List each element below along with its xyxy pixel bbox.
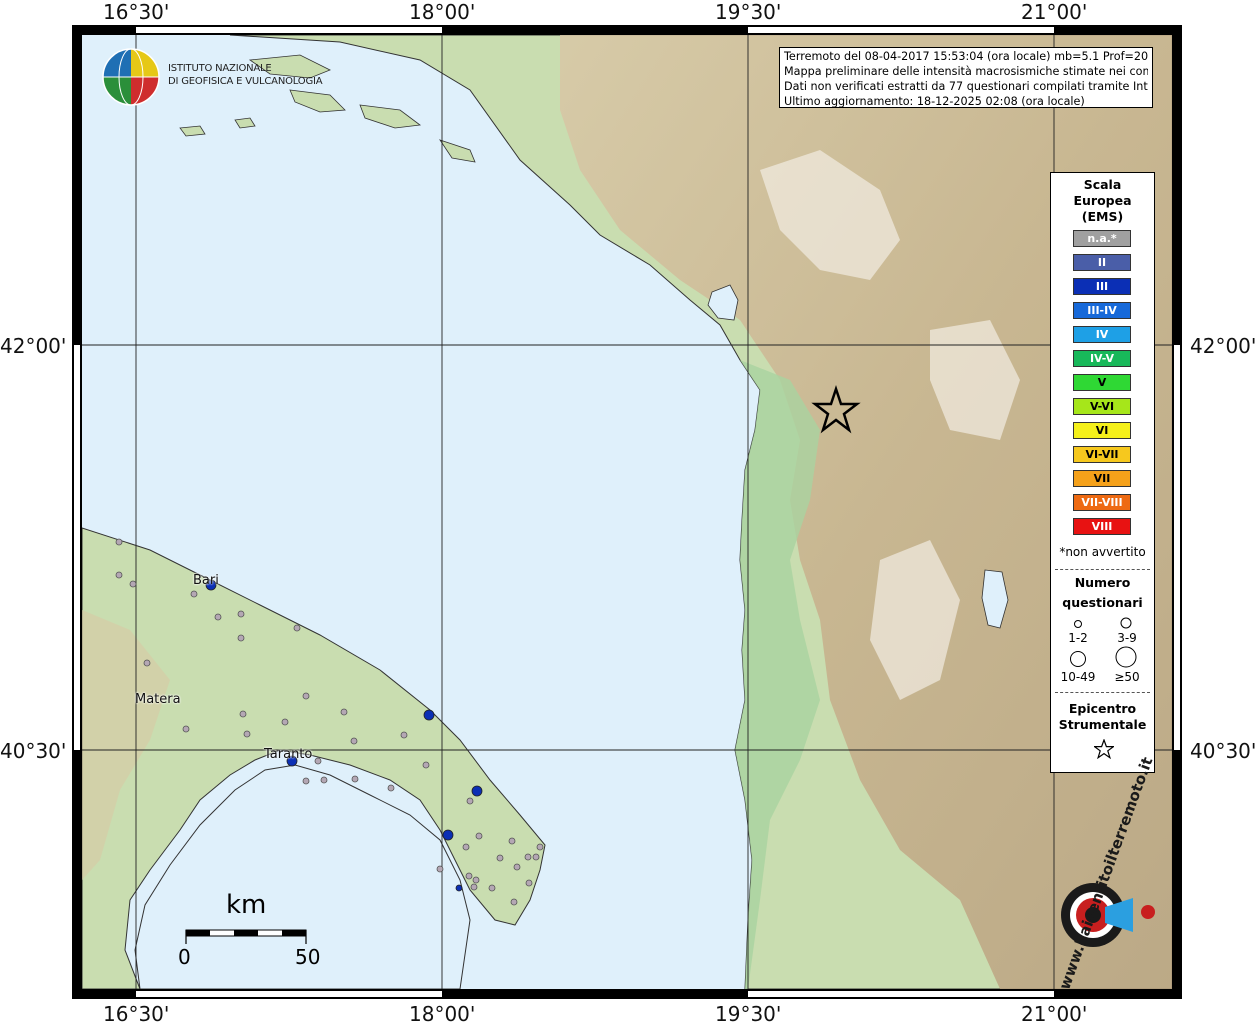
legend-item: VIII [1073,518,1131,535]
lon-label-bottom-1: 16°30' [103,1002,170,1026]
lon-label-bottom-2: 18°00' [409,1002,476,1026]
legend-item: III [1073,278,1131,295]
epicenter-legend-icon [1094,739,1114,759]
lon-label-bottom-4: 21°00' [1021,1002,1088,1026]
legend-item: VI-VII [1073,446,1131,463]
count-class-3: 10-49 [1060,670,1096,684]
lat-label-left-2: 40°30' [0,739,67,763]
legend-item: n.a.* [1073,230,1131,247]
legend-panel: Scala Europea (EMS) n.a.* II III III-IV IV IV… [1050,172,1155,773]
count-class-2: 3-9 [1117,631,1137,645]
institute-name: ISTITUTO NAZIONALE DI GEOFISICA E VULCAN… [168,63,323,87]
legend-item: V-VI [1073,398,1131,415]
legend-item: IV-V [1073,350,1131,367]
info-line: Dati non verificati estratti da 77 quest… [784,80,1148,93]
legend-item: VI [1073,422,1131,439]
city-label-bari: Bari [193,573,219,588]
legend-item: VII [1073,470,1131,487]
count-class-4: ≥50 [1114,670,1140,684]
lon-label-top-1: 16°30' [103,0,170,24]
legend-item: II [1073,254,1131,271]
legend-item: IV [1073,326,1131,343]
info-line: Ultimo aggiornamento: 18-12-2025 02:08 (… [784,95,1085,108]
lon-label-top-2: 18°00' [409,0,476,24]
not-felt-note: *non avvertito [1059,545,1146,559]
lon-label-bottom-3: 19°30' [715,1002,782,1026]
scale-start: 0 [178,945,191,969]
city-label-matera: Matera [135,692,181,707]
count-class-1: 1-2 [1068,631,1088,645]
legend-title: Scala Europea (EMS) [1073,177,1132,224]
lon-label-top-4: 21°00' [1021,0,1088,24]
scale-unit: km [226,890,267,920]
epicenter-title: Epicentro Strumentale [1058,701,1147,732]
scale-end: 50 [295,945,321,969]
legend-item: III-IV [1073,302,1131,319]
count-title: Numero questionari [1062,575,1143,610]
legend-item: V [1073,374,1131,391]
info-line: Mappa preliminare delle intensità macros… [784,65,1148,78]
lat-label-right-2: 40°30' [1190,739,1255,763]
ingv-logo [102,48,160,106]
event-info-box: Terremoto del 08-04-2017 15:53:04 (ora l… [779,47,1153,108]
info-line: Terremoto del 08-04-2017 15:53:04 (ora l… [784,50,1148,63]
lat-label-left-1: 42°00' [0,334,67,358]
lon-label-top-3: 19°30' [715,0,782,24]
lat-label-right-1: 42°00' [1190,334,1255,358]
legend-item: VII-VIII [1073,494,1131,511]
city-label-taranto: Taranto [264,747,313,762]
